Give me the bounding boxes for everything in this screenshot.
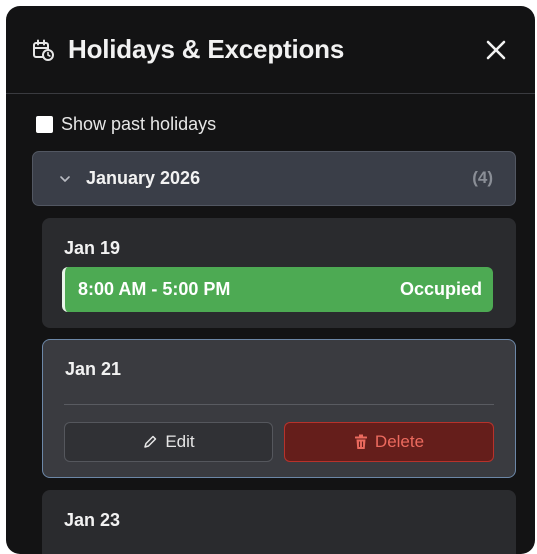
- day-card[interactable]: Jan 19 8:00 AM - 5:00 PM Occupied: [42, 218, 516, 328]
- day-date: Jan 21: [65, 359, 122, 379]
- month-group-header[interactable]: January 2026 (4): [32, 151, 516, 206]
- slot-time: 8:00 AM - 5:00 PM: [78, 279, 231, 299]
- close-icon[interactable]: [483, 37, 509, 63]
- edit-button[interactable]: Edit: [64, 422, 273, 462]
- delete-label: Delete: [374, 432, 425, 451]
- dialog-header: Holidays & Exceptions: [6, 6, 535, 94]
- trash-icon: [354, 434, 367, 449]
- show-past-holidays-toggle[interactable]: Show past holidays: [36, 113, 216, 135]
- month-label: January 2026: [86, 168, 201, 188]
- day-date: Jan 23: [64, 510, 121, 530]
- slot-status: Occupied: [399, 279, 482, 299]
- edit-label: Edit: [165, 432, 195, 451]
- show-past-checkbox[interactable]: [36, 115, 53, 133]
- occupied-slot[interactable]: 8:00 AM - 5:00 PM Occupied: [62, 267, 493, 312]
- delete-button[interactable]: Delete: [284, 422, 494, 462]
- day-card-selected[interactable]: Jan 21 Edit Delete: [42, 339, 516, 478]
- month-count-badge: (4): [472, 168, 493, 187]
- divider: [64, 404, 494, 405]
- pencil-icon: [144, 435, 157, 448]
- chevron-down-icon: [60, 176, 70, 182]
- show-past-label: Show past holidays: [61, 113, 217, 134]
- day-date: Jan 19: [64, 238, 121, 258]
- dialog-title: Holidays & Exceptions: [68, 34, 345, 64]
- holidays-dialog: Holidays & Exceptions Show past holidays…: [6, 6, 535, 554]
- calendar-clock-icon: [33, 39, 54, 61]
- day-card[interactable]: Jan 23: [42, 490, 516, 554]
